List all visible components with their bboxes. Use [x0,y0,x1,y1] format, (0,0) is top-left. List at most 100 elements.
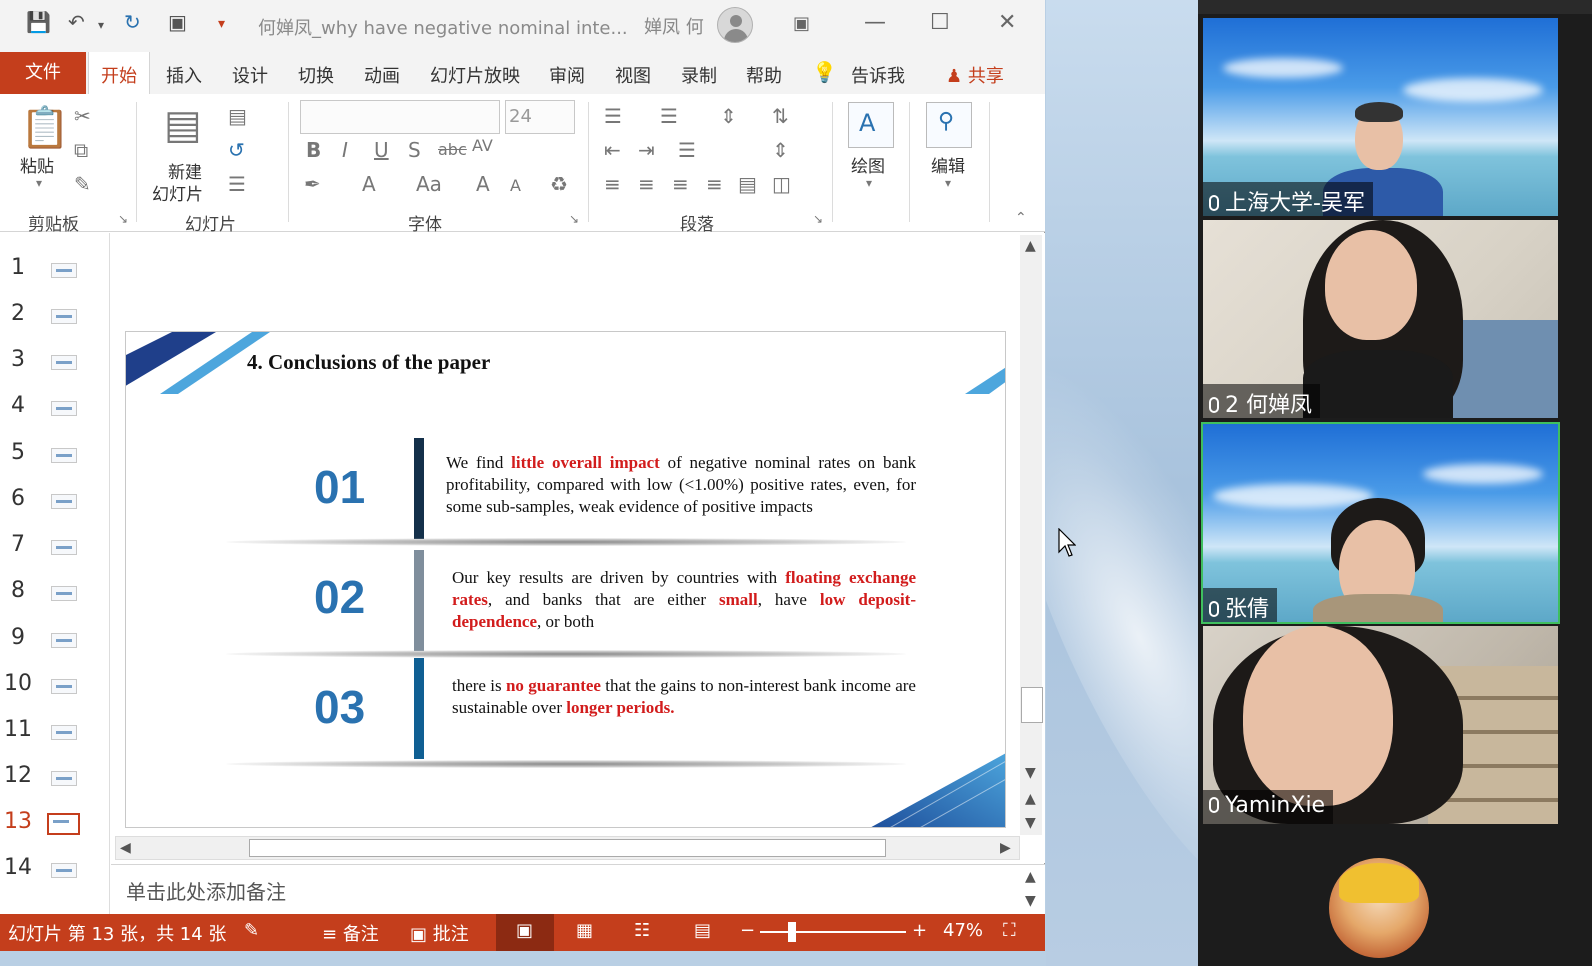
align-right-icon[interactable]: ≡ [672,172,689,196]
maximize-icon[interactable]: ☐ [930,10,950,35]
save-icon[interactable]: 💾 [26,10,51,34]
participant-avatar[interactable] [1329,858,1429,958]
section-icon[interactable]: ☰ [228,172,246,196]
tab-help[interactable]: 帮助 [746,62,782,88]
thumbnail-slide-10[interactable]: 10 [0,671,110,701]
shadow-icon[interactable]: S [408,138,421,162]
tab-review[interactable]: 审阅 [549,62,585,88]
align-text-icon[interactable]: ⇕ [772,138,789,162]
layout-icon[interactable]: ▤ [228,104,247,128]
editing-label[interactable]: 编辑 [931,152,965,177]
font-size-select[interactable]: 24 [505,100,575,134]
slide-canvas[interactable]: 4. Conclusions of the paper 01 We find l… [125,331,1006,828]
thumbnail-slide-12[interactable]: 12 [0,763,110,793]
decrease-indent-icon[interactable]: ⇤ [604,138,621,162]
thumbnail-slide-2[interactable]: 2 [0,301,110,331]
participant-video-tile-active[interactable]: 张倩 [1201,422,1560,624]
participant-video-tile[interactable]: YaminXie [1203,626,1558,824]
collapse-ribbon-icon[interactable]: ⌃ [1015,210,1027,226]
share-button[interactable]: ♟ 共享 [946,62,1004,88]
find-icon[interactable]: ⚲ [926,102,972,148]
thumbnail-slide-6[interactable]: 6 [0,486,110,516]
font-family-select[interactable] [300,100,500,134]
thumbnail-slide-4[interactable]: 4 [0,393,110,423]
distributed-icon[interactable]: ▤ [738,172,757,196]
slideshow-icon[interactable]: ▤ [694,920,711,941]
tell-me[interactable]: 告诉我 [851,62,905,88]
justify-icon[interactable]: ≡ [706,172,723,196]
tab-animations[interactable]: 动画 [364,62,400,88]
drawing-dropdown-icon[interactable]: ▾ [866,176,872,190]
new-slide-icon[interactable]: ▤ [164,102,202,148]
align-left-icon[interactable]: ≡ [604,172,621,196]
bullets-icon[interactable]: ☰ [604,104,622,128]
font-color-icon[interactable]: A [362,172,376,196]
text-direction-icon[interactable]: ⇅ [772,104,789,128]
tab-home[interactable]: 开始 [88,52,150,94]
user-name[interactable]: 婵凤 何 [644,13,704,39]
grow-font-icon[interactable]: A [476,172,490,196]
format-painter-icon[interactable]: ✎ [74,172,91,196]
shrink-font-icon[interactable]: A [510,176,521,195]
font-launcher-icon[interactable]: ↘ [569,212,579,226]
undo-icon[interactable]: ↶ [68,10,85,34]
tab-slideshow[interactable]: 幻灯片放映 [430,62,520,88]
paste-icon[interactable]: 📋 [20,104,70,151]
fit-to-window-icon[interactable]: ⛶ [1003,920,1016,941]
reset-icon[interactable]: ↺ [228,138,245,162]
tab-insert[interactable]: 插入 [166,62,202,88]
strikethrough-icon[interactable]: abc [438,140,467,159]
vertical-scrollbar[interactable]: ▲ ▼ ▲ ▼ [1020,235,1043,835]
thumbnail-slide-3[interactable]: 3 [0,347,110,377]
thumbnail-slide-9[interactable]: 9 [0,625,110,655]
tab-transitions[interactable]: 切换 [298,62,334,88]
highlight-icon[interactable]: ✒ [304,172,321,196]
align-center-icon[interactable]: ≡ [638,172,655,196]
thumbnail-slide-7[interactable]: 7 [0,532,110,562]
paragraph-launcher-icon[interactable]: ↘ [813,212,823,226]
minimize-icon[interactable]: — [864,10,886,35]
user-avatar[interactable] [717,7,753,43]
zoom-level[interactable]: 47% [943,920,983,941]
comments-toggle[interactable]: ▣ 批注 [410,920,469,946]
tab-record[interactable]: 录制 [681,62,717,88]
horizontal-scroll-thumb[interactable] [249,839,886,857]
normal-view-button[interactable]: ▣ [496,914,554,951]
drawing-label[interactable]: 绘图 [851,152,885,177]
undo-dropdown-icon[interactable]: ▾ [98,18,104,32]
redo-icon[interactable]: ↻ [124,10,141,34]
numbering-icon[interactable]: ☰ [660,104,678,128]
next-slide-icon[interactable]: ▼ [1025,815,1036,831]
spellcheck-icon[interactable]: ✎ [244,920,259,941]
vertical-scroll-thumb[interactable] [1021,687,1043,723]
ribbon-display-icon[interactable]: ▣ [793,13,810,34]
thumbnail-slide-5[interactable]: 5 [0,440,110,470]
customize-toolbar-icon[interactable]: ▾ [218,16,225,32]
smartart-icon[interactable]: ◫ [772,172,791,196]
cut-icon[interactable]: ✂ [74,104,91,128]
slide-title[interactable]: 4. Conclusions of the paper [247,350,490,375]
paste-label[interactable]: 粘贴 [20,152,54,177]
conclusion-text-2[interactable]: Our key results are driven by countries … [452,567,916,633]
scroll-down-icon[interactable]: ▼ [1025,765,1036,781]
columns-icon[interactable]: ☰ [678,138,696,162]
paste-dropdown-icon[interactable]: ▾ [36,176,42,190]
copy-icon[interactable]: ⧉ [74,138,88,162]
underline-icon[interactable]: U [374,138,389,162]
thumbnail-slide-8[interactable]: 8 [0,578,110,608]
horizontal-scrollbar[interactable]: ◀ ▶ [115,836,1020,860]
change-case-icon[interactable]: Aa [416,172,442,196]
slide-sorter-icon[interactable]: ▦ [576,920,593,941]
scroll-up-icon[interactable]: ▲ [1025,238,1036,254]
lightbulb-icon[interactable]: 💡 [812,60,837,84]
drawing-shapes-icon[interactable]: A [848,102,894,148]
editing-dropdown-icon[interactable]: ▾ [945,176,951,190]
tab-view[interactable]: 视图 [615,62,651,88]
zoom-in-icon[interactable]: + [912,920,927,941]
notes-scroll-down-icon[interactable]: ▼ [1025,893,1036,909]
clear-format-icon[interactable]: ♻ [550,172,568,196]
present-icon[interactable]: ▣ [168,10,187,34]
tab-design[interactable]: 设计 [232,62,268,88]
italic-icon[interactable]: I [342,138,348,162]
conclusion-text-3[interactable]: there is no guarantee that the gains to … [452,675,916,719]
